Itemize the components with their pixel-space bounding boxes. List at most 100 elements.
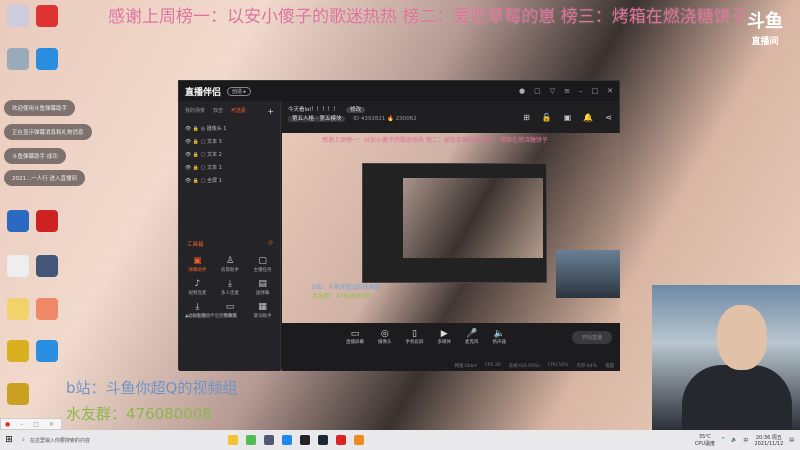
fan-group-text: 水友群：476080008	[66, 405, 212, 423]
desktop-icon[interactable]	[36, 340, 58, 362]
start-stream-button[interactable]: 开始直播	[571, 331, 612, 344]
start-icon[interactable]: ⊞	[0, 435, 18, 445]
desktop-icon[interactable]	[7, 5, 29, 27]
minimize-icon[interactable]: –	[579, 87, 583, 95]
app-icon[interactable]	[300, 435, 310, 445]
tool-room-admin[interactable]: ♙ 房管助手	[214, 256, 247, 273]
skin-icon[interactable]: ▽	[550, 87, 555, 95]
download-icon: ⤓	[228, 279, 232, 289]
toolbox-title: 工具箱	[187, 242, 204, 248]
avatar[interactable]: ●	[519, 87, 525, 95]
lyrics-icon: ▦	[258, 302, 267, 312]
source-item[interactable]: 👁 🔒 ▢ 文本 3	[179, 135, 280, 148]
hot-count: 230062	[395, 116, 417, 122]
tool-multi-link[interactable]: ⤓ 多人连麦	[214, 279, 247, 296]
desktop-icon[interactable]	[7, 48, 29, 70]
source-item[interactable]: 👁 🔒 ◎ 摄像头 1	[179, 122, 280, 135]
desktop-icon[interactable]	[7, 210, 29, 232]
chat-message: 斗鱼弹幕助手 成功	[4, 148, 66, 164]
volume-icon[interactable]: 🔈	[731, 437, 737, 443]
chevron-up-icon[interactable]: ^	[721, 437, 725, 443]
tab-scenes[interactable]: 我的场景	[185, 107, 205, 116]
phone-cast-button[interactable]: ▯ 手机投屏	[406, 329, 424, 345]
room-id: 4392821	[360, 116, 386, 122]
tool-lyrics[interactable]: ▦ 歌词助手	[246, 302, 279, 319]
tv-icon: ▭	[225, 302, 235, 312]
file-explorer-icon[interactable]	[228, 435, 238, 445]
search-box[interactable]: ⌕ 在这里输入你要搜索的内容	[18, 430, 128, 450]
desktop-icon[interactable]	[7, 340, 29, 362]
microphone-icon: 🎤	[466, 329, 478, 339]
chat-message: 欢迎使用斗鱼弹幕助手	[4, 100, 76, 116]
app-icon[interactable]	[336, 435, 346, 445]
tab-sources[interactable]: 可选素	[231, 107, 246, 116]
small-window[interactable]: ● – □ ✕	[0, 418, 62, 430]
steam-icon[interactable]	[318, 435, 328, 445]
toolbox: 工具箱 ◎ ▣ 弹幕助手 ♙ 房管助手 ▢ 主播任务 ♪ 视频连麦 ⤓ 多人连麦 ▤ 送弹幕 …	[179, 236, 281, 323]
bilibili-text: b站：斗鱼你超Q的视频组	[66, 379, 238, 397]
play-icon: ▶	[440, 329, 448, 339]
notification-icon[interactable]: ▤	[789, 437, 794, 443]
screen-capture-button[interactable]: ▭ 直播屏幕	[346, 329, 364, 345]
douyu-logo: 斗鱼 直播间	[747, 11, 783, 47]
version-pill[interactable]: 创造 ▸	[227, 86, 252, 96]
share-icon[interactable]: ⋖	[605, 113, 612, 122]
source-item[interactable]: 👁 🔒 ▢ 文本 2	[179, 148, 280, 161]
add-source-icon[interactable]: +	[267, 107, 274, 116]
media-button[interactable]: ▶ 多媒体	[438, 329, 452, 345]
douyu-streamer-icon[interactable]	[354, 435, 364, 445]
desktop-icon[interactable]	[7, 383, 29, 405]
bell-icon[interactable]: 🔔	[583, 113, 593, 122]
desktop-icon[interactable]	[36, 48, 58, 70]
tab-double[interactable]: 双击	[213, 107, 223, 116]
mic-icon: ♪	[194, 279, 201, 289]
app-icon[interactable]	[264, 435, 274, 445]
toolbox-settings-icon[interactable]: ◎	[268, 240, 273, 248]
edit-button[interactable]: 修改	[346, 107, 366, 113]
lock-icon[interactable]: 🔓	[542, 113, 552, 122]
microphone-button[interactable]: 🎤 麦克风	[465, 329, 479, 345]
system-tray: 35℃ CPU温度 ^ 🔈 中 20:36 周五 2021/11/12 ▤	[694, 433, 794, 447]
app-brand: 直播伴侣	[185, 87, 222, 98]
speaker-button[interactable]: 🔈 扬声器	[493, 329, 507, 345]
screen-icon: ▤	[258, 279, 267, 289]
webcam-preview	[556, 250, 620, 298]
danmu-icon: ▣	[193, 256, 202, 266]
room-title: 今天看lol！！！！！	[288, 107, 339, 113]
app-icon[interactable]	[246, 435, 256, 445]
tool-video-link[interactable]: ♪ 视频连麦	[181, 279, 214, 296]
download-icon: ⤓	[195, 302, 200, 312]
tool-tasks[interactable]: ▢ 主播任务	[246, 256, 279, 273]
message-icon[interactable]: ▢	[534, 87, 541, 95]
chat-message: 2021...一人行 进入直播间	[4, 170, 85, 186]
webcam-overlay	[652, 285, 800, 430]
desktop-icon[interactable]	[7, 255, 29, 277]
clock[interactable]: 20:36 周五 2021/11/12	[754, 434, 783, 447]
task-icon: ▢	[258, 256, 267, 266]
monitor-icon: ▭	[350, 329, 360, 339]
maximize-icon[interactable]: □	[592, 87, 599, 95]
desktop-icon[interactable]	[36, 5, 58, 27]
camera-button[interactable]: ◎ 摄像头	[378, 329, 392, 345]
ime-icon[interactable]: 中	[743, 437, 748, 444]
desktop-icon[interactable]	[36, 298, 58, 320]
gift-icon[interactable]: ⊞	[523, 113, 530, 122]
chat-message: 正在显示弹幕消息和礼物消息	[4, 124, 92, 140]
source-item[interactable]: 👁 🔒 ▢ 文本 1	[179, 161, 280, 174]
desktop-icon[interactable]	[7, 298, 29, 320]
user-icon: ♙	[225, 256, 235, 266]
overlay-info: b站：斗鱼你超Q的视频组 水友群：476080008	[66, 375, 237, 427]
app-icon[interactable]	[282, 435, 292, 445]
category[interactable]: 第五人格 - 第五模块	[288, 116, 346, 122]
tool-danmu-assistant[interactable]: ▣ 弹幕助手	[181, 256, 214, 273]
desktop-icon[interactable]	[36, 210, 58, 232]
tool-send-danmu[interactable]: ▤ 送弹幕	[246, 279, 279, 296]
desktop-icon[interactable]	[36, 255, 58, 277]
source-item[interactable]: 👁 🔒 ▢ 全屏 1	[179, 174, 280, 187]
tutorial-link[interactable]: 🔈 斗鱼直播伴侣使用教程	[185, 313, 237, 319]
room-info: 今天看lol！！！！！ 修改 第五人格 - 第五模块 ID 4392821 🔥 …	[288, 107, 612, 122]
douyu-streamer-app: 直播伴侣 创造 ▸ ● ▢ ▽ ≡ – □ ✕ 我的场景 双击 可选素 + 👁 🔒 ◎ 摄像头 1…	[178, 80, 620, 371]
close-icon[interactable]: ✕	[607, 87, 613, 95]
menu-icon[interactable]: ≡	[564, 87, 570, 95]
layout-icon[interactable]: ▣	[564, 113, 572, 122]
